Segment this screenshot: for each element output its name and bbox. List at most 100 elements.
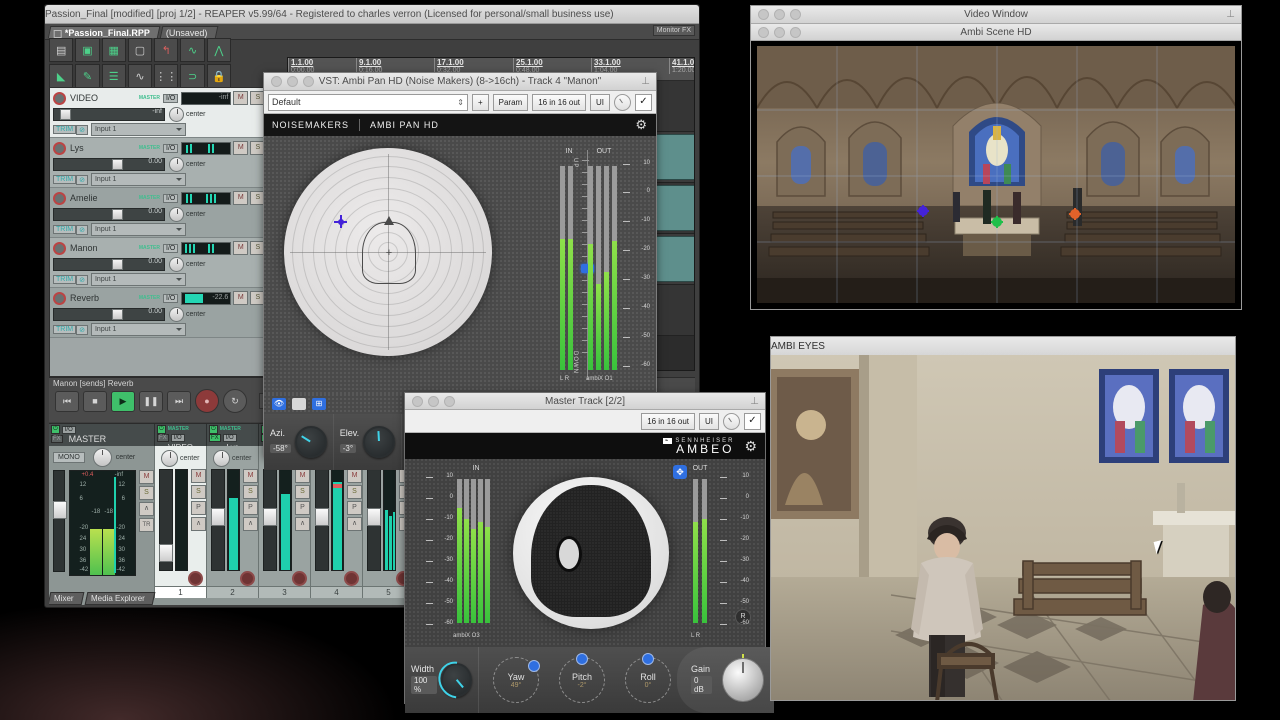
solo-button[interactable]: S	[295, 485, 310, 499]
phase-button[interactable]: P	[347, 501, 362, 515]
solo-button[interactable]: S	[347, 485, 362, 499]
phase-button[interactable]: P	[191, 501, 206, 515]
input-select[interactable]: Input 1	[91, 173, 186, 186]
input-select[interactable]: Input 1	[91, 273, 186, 286]
volume-fader[interactable]	[159, 469, 173, 571]
trim-button[interactable]: TRIM	[53, 125, 76, 134]
input-select[interactable]: Input 1	[91, 323, 186, 336]
ambi-pan-title-bar[interactable]: VST: Ambi Pan HD (Noise Makers) (8->16ch…	[264, 73, 656, 91]
ambeo-gain-control[interactable]: Gain 0 dB	[677, 647, 774, 713]
record-arm-icon[interactable]	[53, 192, 66, 205]
mute-button[interactable]: M	[243, 469, 258, 483]
ambi-eyes-title-bar[interactable]: AMBI EYES	[771, 337, 1235, 356]
new-project-icon[interactable]: ▤	[49, 38, 73, 62]
master-trim-button[interactable]: TR	[139, 518, 154, 532]
mixer-strip-2[interactable]: center M S P ∧ 2	[207, 446, 259, 598]
mute-button[interactable]: M	[233, 91, 248, 105]
go-to-start-icon[interactable]: ⏮	[55, 391, 79, 412]
source-position-marker[interactable]	[334, 215, 347, 228]
master-env-button[interactable]: ∧	[139, 502, 154, 516]
gear-icon[interactable]: ⚙	[635, 117, 648, 133]
power-fx-toggle[interactable]: ⏻	[209, 425, 218, 434]
fx-toggle[interactable]: FX	[51, 435, 63, 443]
master-mute-button[interactable]: M	[139, 470, 154, 484]
volume-fader[interactable]: 0.00	[53, 258, 165, 271]
track-panel-3[interactable]: Amelie MASTER I/O M S 0.00 center FX TRI…	[50, 188, 286, 238]
record-arm-button[interactable]	[292, 571, 307, 586]
ambi-eyes-canvas[interactable]	[771, 355, 1235, 700]
ambeo-width-knob[interactable]	[441, 663, 472, 697]
record-arm-icon[interactable]	[53, 92, 66, 105]
routing-icon[interactable]: ☰	[102, 64, 126, 88]
pan-knob[interactable]	[169, 307, 184, 322]
mute-button[interactable]: M	[295, 469, 310, 483]
elevation-control[interactable]: Elev. -3°	[334, 414, 402, 470]
render-icon[interactable]: ◣	[49, 64, 73, 88]
record-arm-icon[interactable]	[53, 142, 66, 155]
azimuth-control[interactable]: Azi. -58°	[264, 414, 334, 470]
master-io-button[interactable]: I/O	[62, 426, 76, 434]
record-icon[interactable]: ●	[195, 389, 219, 413]
wet-dry-knob[interactable]	[723, 413, 740, 430]
fx-toggle[interactable]: FX	[209, 434, 221, 442]
io-button[interactable]: I/O	[223, 434, 237, 442]
record-arm-icon[interactable]	[53, 292, 66, 305]
panner-disc[interactable]	[284, 148, 492, 356]
phase-button[interactable]: P	[295, 501, 310, 515]
gear-icon[interactable]: ⚙	[744, 438, 757, 455]
volume-fader[interactable]: 0.00	[53, 208, 165, 221]
pin-icon[interactable]: ⊥	[1226, 9, 1235, 20]
pan-knob[interactable]	[169, 107, 184, 122]
video-subwindow-title-bar[interactable]: Ambi Scene HD	[751, 24, 1241, 41]
solo-button[interactable]: S	[243, 485, 258, 499]
new-item-icon[interactable]: ▢	[128, 38, 152, 62]
track-name[interactable]: VIDEO	[70, 93, 130, 103]
trim-button[interactable]: TRIM	[53, 225, 76, 234]
lock-icon[interactable]: 🔒	[207, 64, 231, 88]
automation-icon[interactable]: ⋀	[207, 38, 231, 62]
track-name[interactable]: Lys	[70, 143, 130, 153]
io-button[interactable]: I/O	[163, 144, 178, 153]
sphere-icon[interactable]	[292, 398, 306, 410]
record-arm-icon[interactable]	[53, 242, 66, 255]
eye-icon[interactable]: 👁	[272, 398, 286, 410]
save-project-icon[interactable]: ▦	[102, 38, 126, 62]
phase-icon[interactable]: ⊘	[76, 225, 88, 235]
ambeo-title-bar[interactable]: Master Track [2/2] ⊥	[405, 393, 765, 410]
monitor-fx-badge[interactable]: Monitor FX	[653, 25, 695, 36]
track-name[interactable]: Reverb	[70, 293, 130, 303]
phase-icon[interactable]: ⊘	[76, 275, 88, 285]
window-controls[interactable]	[758, 27, 801, 38]
pan-knob[interactable]	[169, 157, 184, 172]
pan-knob[interactable]	[169, 207, 184, 222]
input-select[interactable]: Input 1	[91, 223, 186, 236]
binaural-head-visual[interactable]	[513, 477, 669, 629]
trim-button[interactable]: TRIM	[53, 325, 76, 334]
phase-icon[interactable]: ⊘	[76, 325, 88, 335]
mono-button[interactable]: MONO	[53, 452, 85, 463]
pan-knob[interactable]	[213, 450, 230, 467]
pan-knob[interactable]	[161, 450, 178, 467]
io-button[interactable]: I/O	[163, 194, 178, 203]
pause-icon[interactable]: ❚❚	[139, 391, 163, 412]
yaw-control[interactable]: Yaw 49°	[493, 657, 539, 703]
ui-button[interactable]: UI	[590, 94, 610, 111]
trim-button[interactable]: TRIM	[53, 275, 76, 284]
mute-button[interactable]: M	[233, 141, 248, 155]
track-panel-2[interactable]: Lys MASTER I/O M S 0.00 center FX TRIM ⊘…	[50, 138, 286, 188]
track-panel-1[interactable]: VIDEO MASTER I/O -inf M S -inf center FX…	[50, 88, 286, 138]
master-pan-knob[interactable]	[93, 448, 112, 467]
ui-button[interactable]: UI	[699, 413, 719, 430]
ambeo-width-control[interactable]: Width 100 %	[405, 647, 479, 713]
master-solo-button[interactable]: S	[139, 486, 154, 500]
record-arm-button[interactable]	[344, 571, 359, 586]
param-button[interactable]: Param	[493, 94, 529, 111]
marker-icon[interactable]: ✎	[75, 64, 99, 88]
channels-button[interactable]: 16 in 16 out	[532, 94, 586, 111]
video-canvas[interactable]	[757, 46, 1235, 303]
io-button[interactable]: I/O	[163, 94, 178, 103]
window-controls[interactable]	[758, 9, 801, 20]
io-button[interactable]: I/O	[163, 244, 178, 253]
go-to-end-icon[interactable]: ⏭	[167, 391, 191, 412]
undo-icon[interactable]: ↰	[154, 38, 178, 62]
